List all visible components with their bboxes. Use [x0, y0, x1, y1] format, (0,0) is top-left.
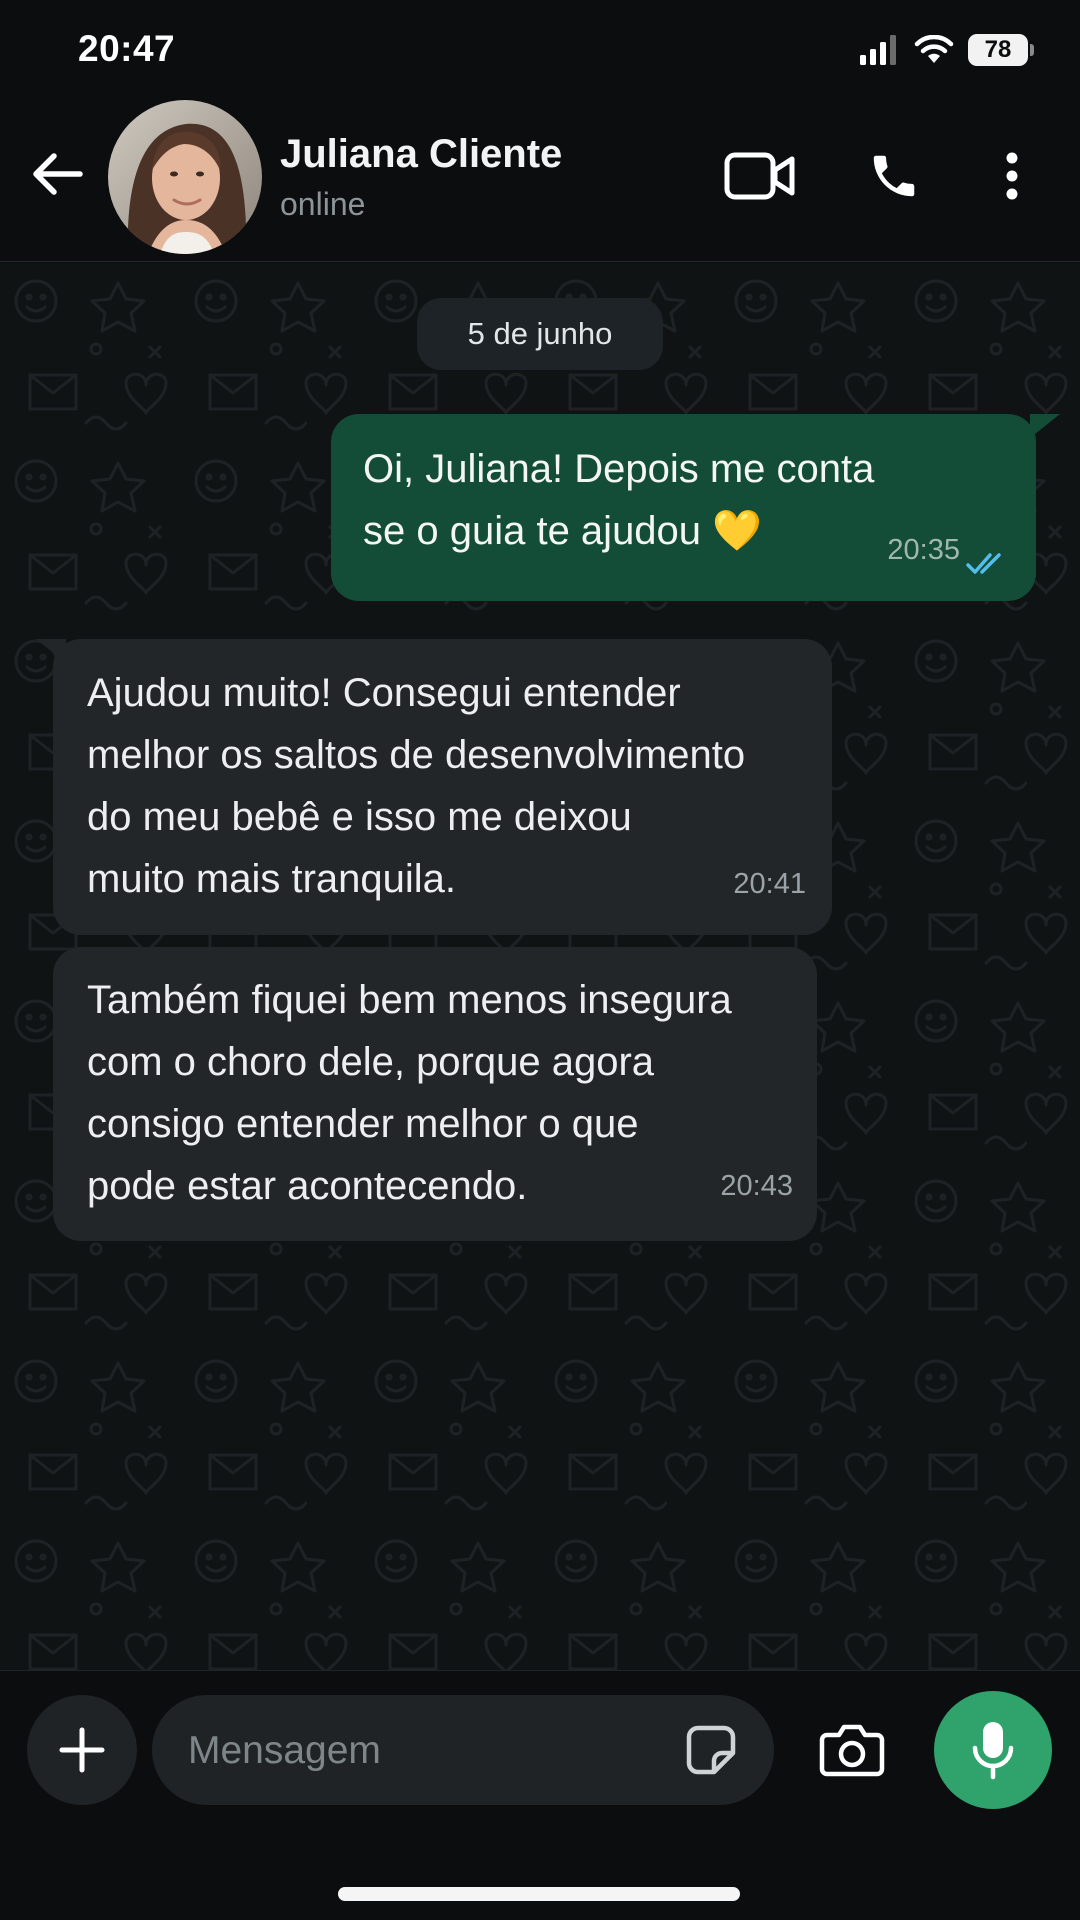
video-call-button[interactable] [722, 144, 798, 208]
chat-header: Juliana Cliente online [0, 100, 1080, 262]
attach-button[interactable] [27, 1695, 137, 1805]
message-list[interactable]: 5 de junho Oi, Juliana! Depois me conta … [0, 263, 1080, 1670]
message-text: Também fiquei bem menos insegura com o c… [87, 978, 732, 1208]
microphone-icon [972, 1722, 1014, 1780]
message-time: 20:41 [733, 868, 806, 900]
wifi-icon [914, 35, 954, 63]
status-bar: 20:47 78 [0, 0, 1080, 100]
signal-icon [860, 35, 896, 65]
date-separator: 5 de junho [417, 298, 663, 370]
more-options-icon [1006, 152, 1018, 200]
battery-level: 78 [984, 36, 1012, 63]
message-text: Ajudou muito! Consegui entender melhor o… [87, 671, 746, 901]
sticker-icon[interactable] [686, 1725, 736, 1775]
battery-icon: 78 [968, 34, 1034, 66]
avatar[interactable] [108, 100, 262, 254]
message-input[interactable]: Mensagem [152, 1695, 774, 1805]
back-button[interactable] [28, 144, 88, 204]
status-icons: 78 [860, 30, 1034, 70]
home-indicator[interactable] [338, 1887, 740, 1901]
incoming-message[interactable]: Também fiquei bem menos insegura com o c… [53, 947, 817, 1241]
phone-icon [873, 155, 915, 197]
message-time: 20:43 [720, 1170, 793, 1202]
message-time: 20:35 [887, 534, 960, 566]
contact-name[interactable]: Juliana Cliente [280, 132, 562, 177]
plus-icon [59, 1727, 105, 1773]
message-placeholder: Mensagem [188, 1729, 381, 1772]
chat-screen: 20:47 78 Juliana Cliente online 5 de jun… [0, 0, 1080, 1920]
back-arrow-icon [33, 153, 83, 195]
contact-status: online [280, 186, 366, 222]
video-call-icon [724, 152, 795, 200]
incoming-message[interactable]: Ajudou muito! Consegui entender melhor o… [53, 639, 832, 935]
camera-icon [819, 1724, 885, 1777]
status-time: 20:47 [78, 28, 176, 69]
more-options-button[interactable] [992, 144, 1032, 208]
input-bar: Mensagem [0, 1670, 1080, 1920]
double-check-read-icon [966, 553, 1001, 574]
outgoing-message[interactable]: Oi, Juliana! Depois me conta se o guia t… [331, 414, 1036, 601]
camera-button[interactable] [812, 1713, 892, 1787]
voice-call-button[interactable] [864, 144, 924, 208]
voice-message-button[interactable] [934, 1691, 1052, 1809]
